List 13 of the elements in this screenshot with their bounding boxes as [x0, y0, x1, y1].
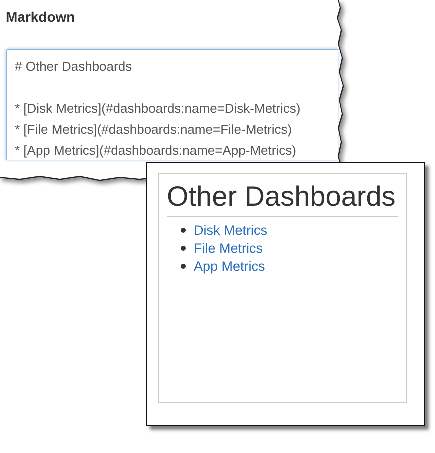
bullet-icon: [181, 228, 186, 232]
dashboard-link[interactable]: Disk Metrics: [194, 222, 268, 238]
panel-title: Markdown: [6, 9, 76, 26]
preview-heading: Other Dashboards: [167, 180, 398, 217]
dashboard-link[interactable]: App Metrics: [194, 258, 266, 274]
markdown-line: * [App Metrics](#dashboards:name=App-Metrics): [15, 142, 298, 160]
dashboard-link[interactable]: File Metrics: [194, 240, 264, 256]
markdown-line: * [Disk Metrics](#dashboards:name=Disk-Metrics): [15, 100, 302, 118]
markdown-field[interactable]: # Other Dashboards * [Disk Metrics](#dashboards:name=Disk-Metrics) * [File Metrics](#dashboards:name=File-Metrics) * [App Metrics](#dashboards:name=App-Metrics): [6, 49, 338, 160]
markdown-line: # Other Dashboards: [15, 58, 134, 76]
bullet-icon: [181, 246, 186, 250]
markdown-line: * [File Metrics](#dashboards:name=File-Metrics): [15, 121, 294, 139]
bullet-icon: [181, 264, 186, 268]
